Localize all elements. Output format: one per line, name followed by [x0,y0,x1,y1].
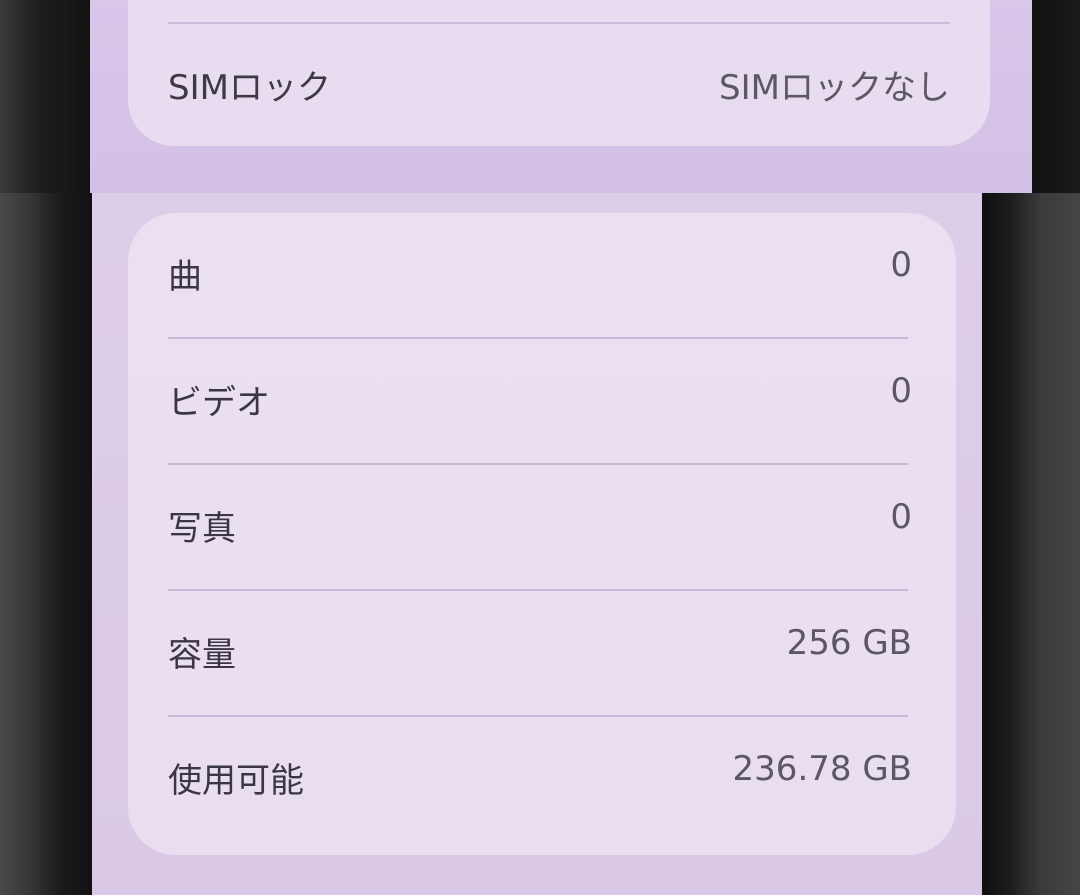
songs-value: 0 [890,245,912,285]
available-label: 使用可能 [168,761,304,801]
row-separator [168,22,950,24]
videos-value: 0 [890,371,912,411]
songs-row: 曲 0 [128,213,956,339]
available-value: 236.78 GB [732,749,912,789]
sim-lock-row: SIMロック SIMロックなし [128,60,990,116]
screen-top: SIMロック SIMロックなし [90,0,1032,193]
photos-row: 写真 0 [128,465,956,591]
videos-label: ビデオ [168,383,270,423]
songs-label: 曲 [168,257,202,297]
storage-card: 曲 0 ビデオ 0 写真 0 容量 256 GB 使用可能 236.78 GB [128,213,956,855]
sim-lock-value: SIMロックなし [719,68,950,108]
capacity-label: 容量 [168,635,236,675]
photo-strip-top: SIMロック SIMロックなし [0,0,1080,193]
available-row: 使用可能 236.78 GB [128,717,956,843]
videos-row: ビデオ 0 [128,339,956,465]
photos-label: 写真 [168,509,236,549]
sim-lock-label: SIMロック [168,68,331,108]
photo-strip-bottom: 曲 0 ビデオ 0 写真 0 容量 256 GB 使用可能 236.78 GB [0,193,1080,895]
photos-value: 0 [890,497,912,537]
capacity-value: 256 GB [786,623,912,663]
capacity-row: 容量 256 GB [128,591,956,717]
about-card-top: SIMロック SIMロックなし [128,0,990,146]
screen-bottom: 曲 0 ビデオ 0 写真 0 容量 256 GB 使用可能 236.78 GB [92,193,982,895]
